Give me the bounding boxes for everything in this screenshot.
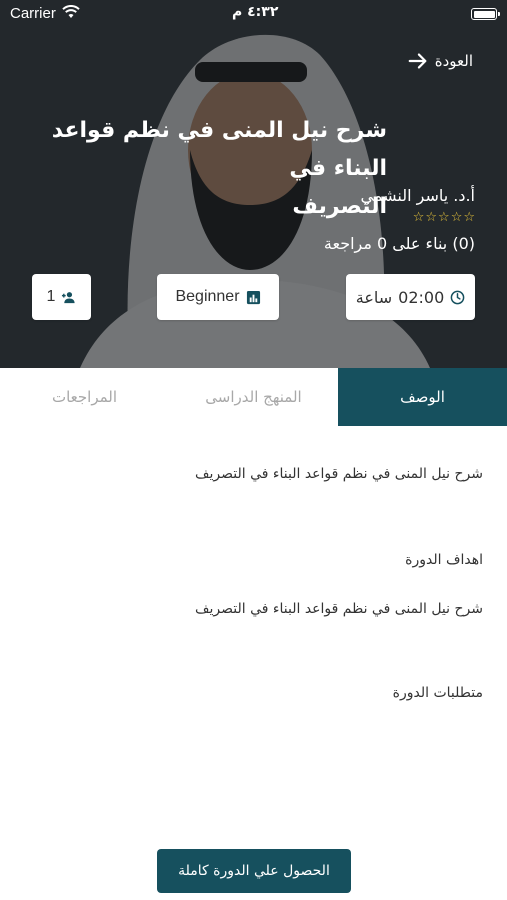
tab-description[interactable]: الوصف <box>338 368 507 426</box>
status-bar: Carrier ٤:٣٢ م <box>0 0 507 28</box>
course-title-line2: التصريف <box>292 194 387 219</box>
duration-unit: ساعة <box>355 287 393 307</box>
clock-icon <box>450 290 465 304</box>
star-icon: ☆ <box>450 210 463 225</box>
clock-time: ٤:٣٢ م <box>232 4 279 20</box>
add-person-icon <box>62 291 76 303</box>
arrow-right-icon <box>408 53 427 69</box>
course-title: شرح نيل المنى في نظم قواعد البناء في الت… <box>28 112 387 226</box>
star-icon: ☆ <box>412 210 425 225</box>
course-tabs: الوصف المنهج الدراسى المراجعات <box>0 368 507 426</box>
star-icon: ☆ <box>463 210 475 225</box>
course-summary: شرح نيل المنى في نظم قواعد البناء في الت… <box>195 466 483 482</box>
requirements-heading: متطلبات الدورة <box>392 685 483 701</box>
star-icon: ☆ <box>425 210 438 225</box>
course-hero: Carrier ٤:٣٢ م العودة شرح نيل المنى في ن… <box>0 0 507 368</box>
carrier-label: Carrier <box>10 5 56 22</box>
instructor-name: أ.د. ياسر النشمي <box>360 186 475 205</box>
students-count: 1 <box>46 288 56 305</box>
students-badge: 1 <box>32 274 91 320</box>
tab-reviews[interactable]: المراجعات <box>0 368 169 426</box>
level-label: Beginner <box>175 288 240 305</box>
review-count: (0) بناء على 0 مراجعة <box>323 234 475 253</box>
bar-chart-icon <box>246 290 260 304</box>
duration-value: 02:00 <box>398 287 445 307</box>
back-button[interactable]: العودة <box>407 48 473 74</box>
rating-stars: ☆ ☆ ☆ ☆ ☆ <box>413 210 475 225</box>
get-full-course-button[interactable]: الحصول علي الدورة كاملة <box>157 849 351 893</box>
duration-badge: 02:00 ساعة <box>346 274 475 320</box>
level-badge: Beginner <box>157 274 279 320</box>
star-icon: ☆ <box>438 210 450 225</box>
back-label: العودة <box>434 52 473 70</box>
tab-curriculum[interactable]: المنهج الدراسى <box>169 368 338 426</box>
wifi-icon <box>62 5 80 23</box>
objectives-text: شرح نيل المنى في نظم قواعد البناء في الت… <box>195 601 483 617</box>
battery-icon <box>471 8 500 20</box>
objectives-heading: اهداف الدورة <box>405 552 483 568</box>
course-title-line1: شرح نيل المنى في نظم قواعد البناء في <box>51 118 387 181</box>
